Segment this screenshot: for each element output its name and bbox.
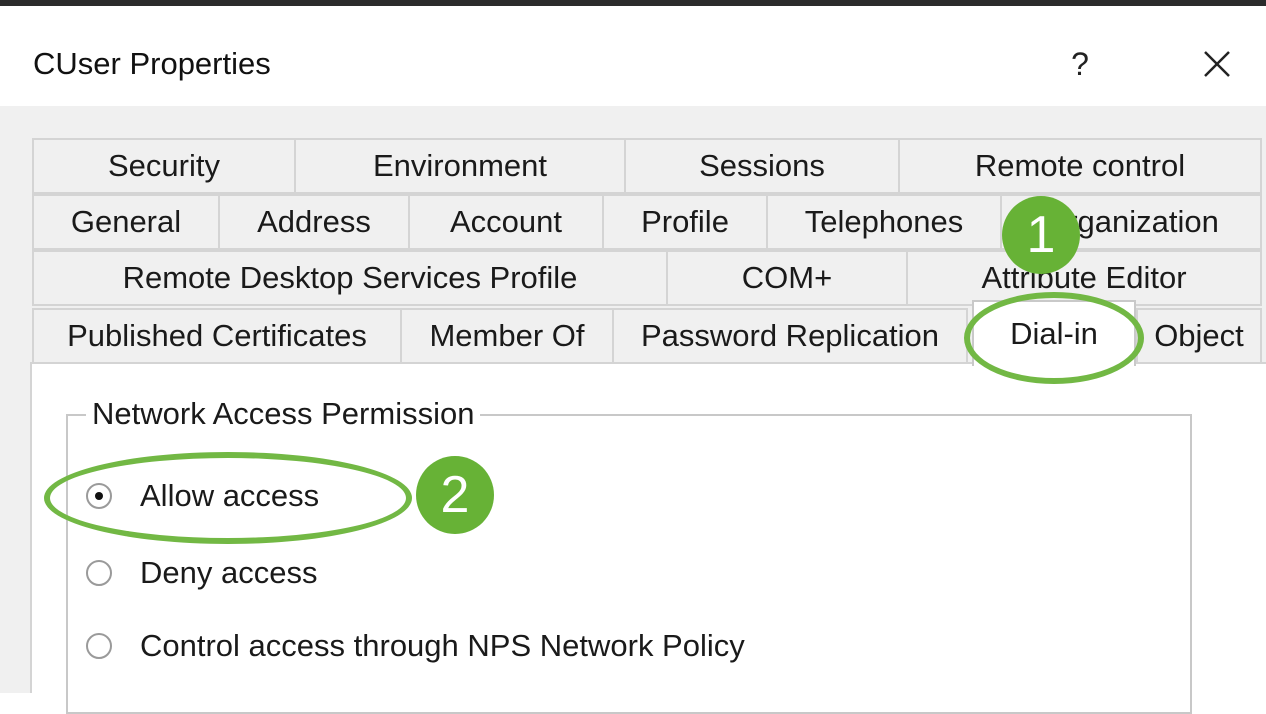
deny-access-option[interactable]: Deny access <box>86 551 317 595</box>
tab-telephones[interactable]: Telephones <box>766 194 1002 250</box>
tab-profile[interactable]: Profile <box>602 194 768 250</box>
tab-environment[interactable]: Environment <box>294 138 626 194</box>
tab-remote-control[interactable]: Remote control <box>898 138 1262 194</box>
nps-policy-radio[interactable] <box>86 633 112 659</box>
allow-access-radio[interactable] <box>86 483 112 509</box>
step-1-badge: 1 <box>1002 196 1080 274</box>
tab-member-of[interactable]: Member Of <box>400 308 614 364</box>
tab-general[interactable]: General <box>32 194 220 250</box>
tab-attribute-editor[interactable]: Attribute Editor <box>906 250 1262 306</box>
step-2-badge: 2 <box>416 456 494 534</box>
tab-security[interactable]: Security <box>32 138 296 194</box>
tab-object[interactable]: Object <box>1136 308 1262 364</box>
close-button[interactable] <box>1192 36 1242 92</box>
tab-remote-desktop-services-profile[interactable]: Remote Desktop Services Profile <box>32 250 668 306</box>
title-bar: CUser Properties ? <box>0 6 1266 106</box>
tab-sessions[interactable]: Sessions <box>624 138 900 194</box>
nps-policy-option[interactable]: Control access through NPS Network Polic… <box>86 624 745 668</box>
tab-address[interactable]: Address <box>218 194 410 250</box>
window-title: CUser Properties <box>33 46 271 81</box>
tab-account[interactable]: Account <box>408 194 604 250</box>
nps-policy-label: Control access through NPS Network Polic… <box>140 628 745 663</box>
tab-com-plus[interactable]: COM+ <box>666 250 908 306</box>
allow-access-option[interactable]: Allow access <box>86 474 319 518</box>
deny-access-label: Deny access <box>140 555 318 590</box>
deny-access-radio[interactable] <box>86 560 112 586</box>
tab-dial-in[interactable]: Dial-in <box>972 300 1136 366</box>
close-icon <box>1204 51 1230 77</box>
help-button[interactable]: ? <box>1060 40 1100 88</box>
group-title: Network Access Permission <box>86 396 481 432</box>
tab-published-certificates[interactable]: Published Certificates <box>32 308 402 364</box>
allow-access-label: Allow access <box>140 478 320 513</box>
tab-password-replication[interactable]: Password Replication <box>612 308 968 364</box>
